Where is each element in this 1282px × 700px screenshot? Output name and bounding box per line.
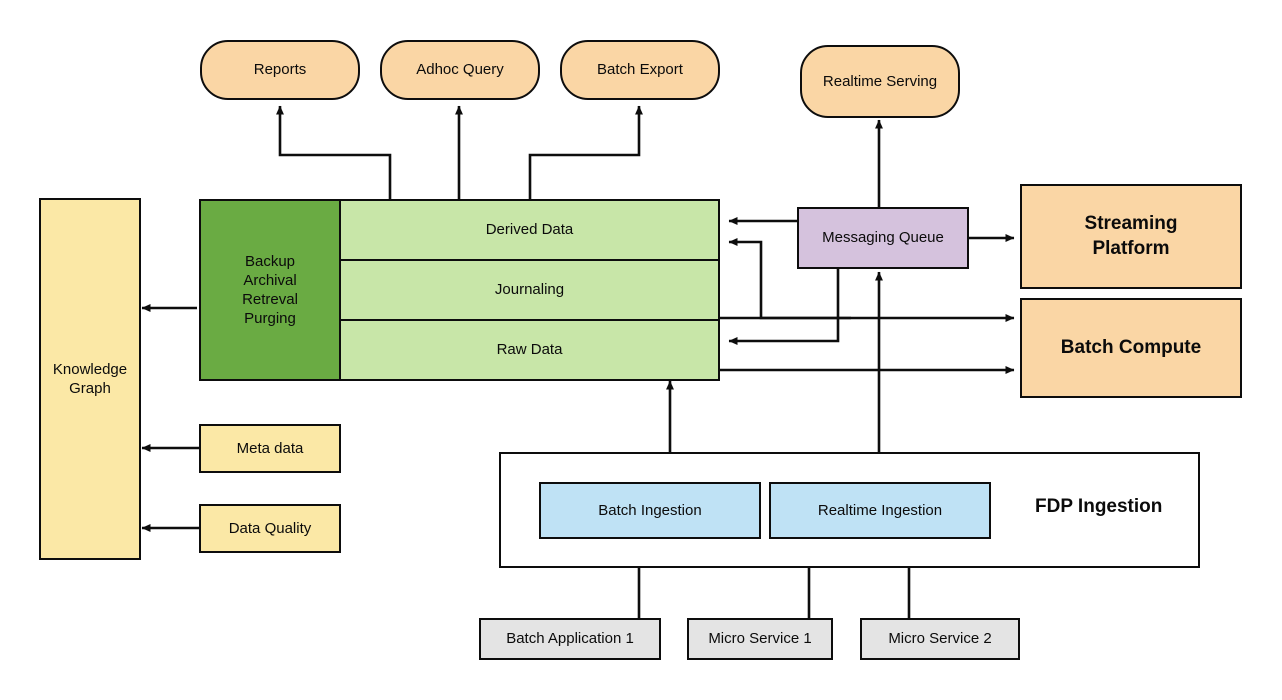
node-realtime-serving[interactable]: Realtime Serving [800, 45, 960, 118]
node-knowledge-graph-label: Knowledge Graph [52, 360, 128, 397]
node-streaming-platform-label: Streaming Platform [1084, 213, 1178, 259]
wire-derived-to-reports [276, 105, 392, 199]
node-messaging-queue-label: Messaging Queue [822, 229, 944, 247]
node-batch-application-1-label: Batch Application 1 [506, 630, 634, 648]
node-streaming-platform[interactable]: Streaming Platform [1020, 184, 1242, 289]
node-batch-compute[interactable]: Batch Compute [1020, 298, 1242, 398]
group-fdp-ingestion-label: FDP Ingestion [1035, 496, 1163, 517]
wire-mq-to-rawdata [728, 267, 840, 345]
node-raw-data[interactable]: Raw Data [339, 319, 720, 381]
node-lifecycle-management[interactable]: Backup Archival Retreval Purging [199, 199, 341, 381]
node-meta-data[interactable]: Meta data [199, 424, 341, 473]
node-realtime-serving-label: Realtime Serving [822, 72, 938, 90]
node-data-quality[interactable]: Data Quality [199, 504, 341, 553]
node-batch-application-1[interactable]: Batch Application 1 [479, 618, 661, 660]
node-batch-ingestion[interactable]: Batch Ingestion [539, 482, 761, 539]
node-batch-ingestion-label: Batch Ingestion [598, 501, 702, 519]
node-micro-service-1-label: Micro Service 1 [708, 630, 812, 648]
node-reports[interactable]: Reports [200, 40, 360, 100]
node-lifecycle-label: Backup Archival Retreval Purging [242, 252, 298, 328]
node-raw-data-label: Raw Data [496, 341, 563, 359]
node-journaling-label: Journaling [494, 281, 565, 299]
node-reports-label: Reports [253, 61, 307, 79]
node-micro-service-1[interactable]: Micro Service 1 [687, 618, 833, 660]
node-realtime-ingestion[interactable]: Realtime Ingestion [769, 482, 991, 539]
node-micro-service-2[interactable]: Micro Service 2 [860, 618, 1020, 660]
node-data-quality-label: Data Quality [228, 519, 312, 537]
node-batch-compute-label: Batch Compute [1060, 336, 1202, 358]
node-journaling[interactable]: Journaling [339, 259, 720, 321]
wire-derived-to-batchexport [528, 105, 643, 199]
node-derived-data-label: Derived Data [485, 221, 574, 239]
node-adhoc-query[interactable]: Adhoc Query [380, 40, 540, 100]
node-realtime-ingestion-label: Realtime Ingestion [817, 501, 943, 519]
node-batch-export[interactable]: Batch Export [560, 40, 720, 100]
node-knowledge-graph[interactable]: Knowledge Graph [39, 198, 141, 560]
node-adhoc-query-label: Adhoc Query [416, 61, 504, 79]
node-meta-data-label: Meta data [236, 439, 304, 457]
node-derived-data[interactable]: Derived Data [339, 199, 720, 261]
node-messaging-queue[interactable]: Messaging Queue [797, 207, 969, 269]
architecture-diagram-canvas: Reports Adhoc Query Batch Export Realtim… [0, 0, 1282, 700]
node-micro-service-2-label: Micro Service 2 [888, 630, 992, 648]
node-batch-export-label: Batch Export [597, 61, 683, 79]
